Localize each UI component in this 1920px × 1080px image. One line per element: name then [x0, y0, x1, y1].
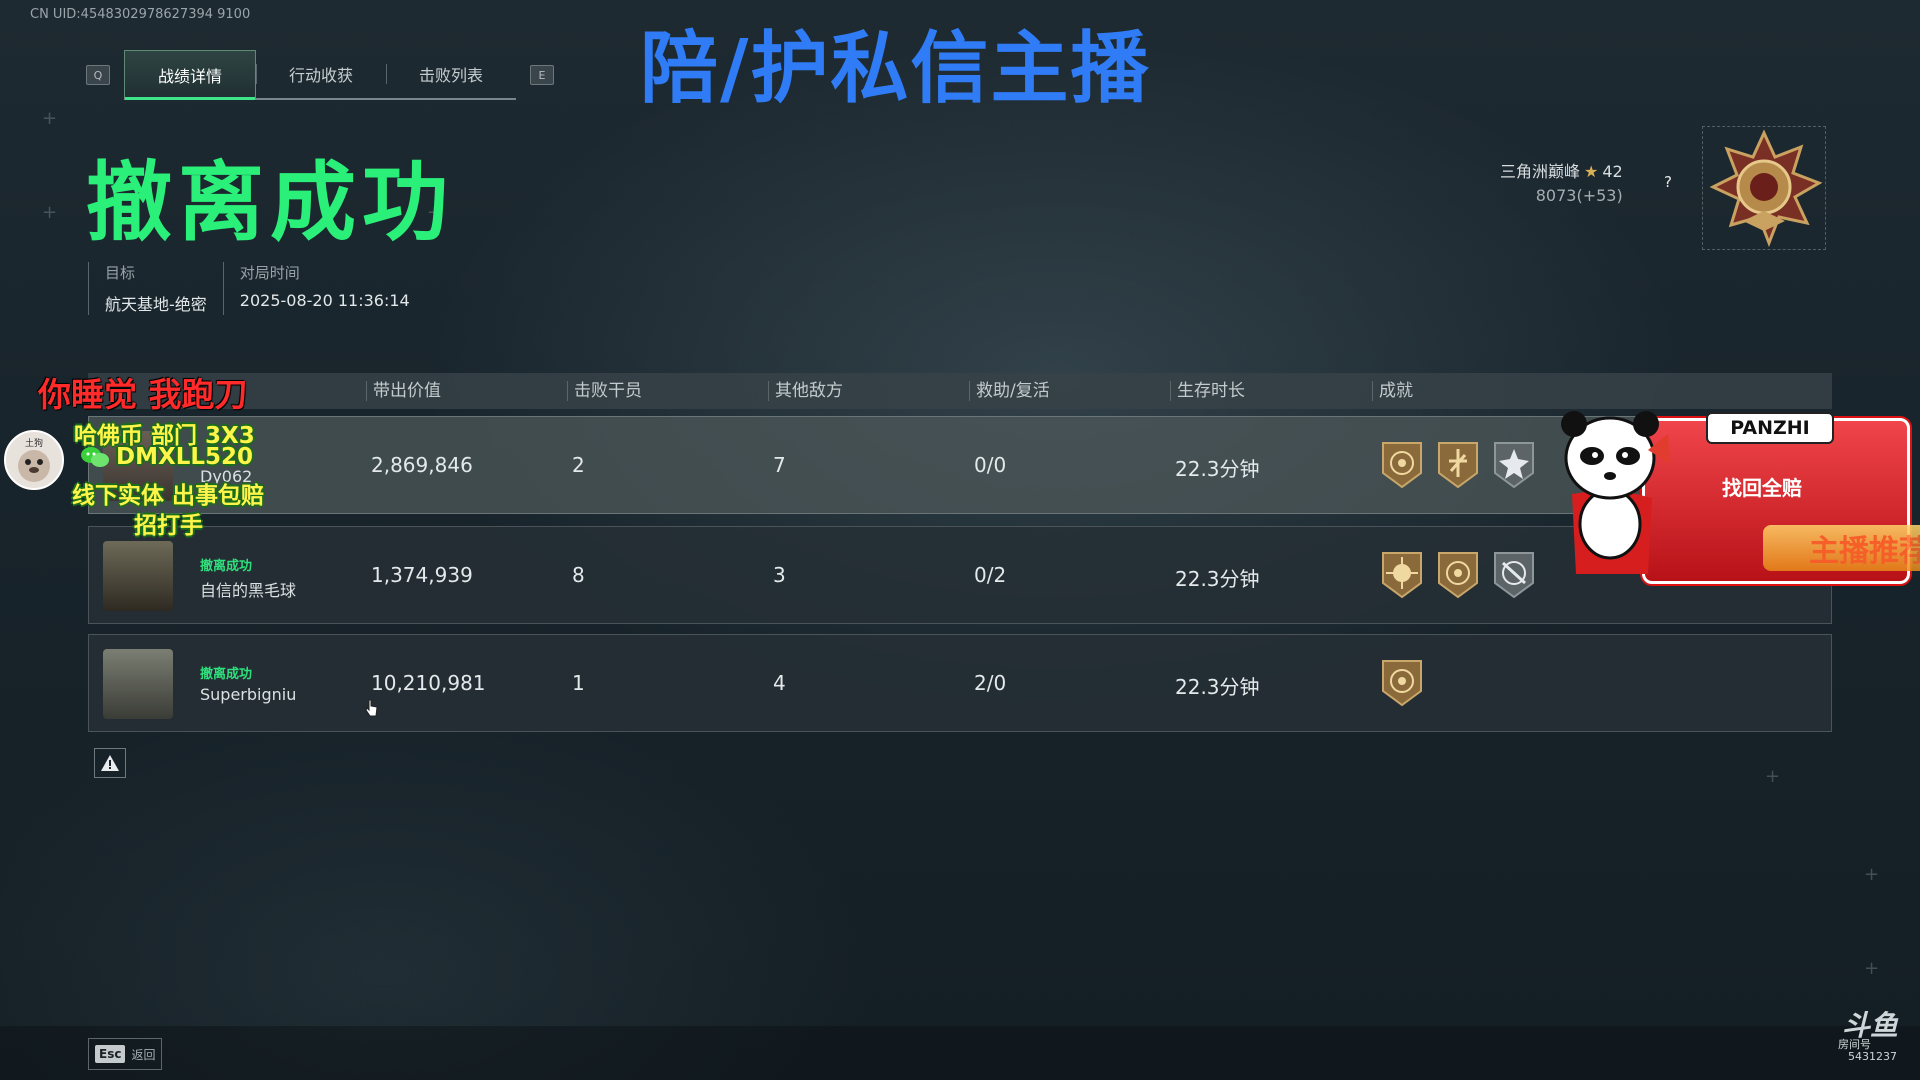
cell-survival: 22.3分钟 — [1175, 675, 1260, 699]
cell-kills: 1 — [572, 671, 585, 695]
col-survival: 生存时长 — [1170, 381, 1245, 401]
cell-survival: 22.3分钟 — [1175, 567, 1260, 591]
cell-assist: 0/2 — [974, 563, 1007, 587]
player-avatar — [103, 541, 173, 611]
tab-loot[interactable]: 行动收获 — [256, 50, 386, 98]
star-icon: ★ — [1584, 162, 1599, 181]
achievement-medals — [1379, 439, 1537, 491]
rank-emblem-icon — [1702, 126, 1826, 250]
medal-icon[interactable] — [1435, 439, 1481, 491]
cell-assist: 0/0 — [974, 453, 1007, 477]
cell-other: 3 — [773, 563, 786, 587]
user-uid: CN UID:4548302978627394 9100 — [30, 7, 251, 22]
time-value: 2025-08-20 11:36:14 — [239, 291, 410, 310]
cell-survival: 22.3分钟 — [1175, 457, 1260, 481]
streamer-avatar: 土狗 — [4, 430, 64, 490]
table-row[interactable]: 撤离成功 Superbigniu 10,210,981 1 4 2/0 22.3… — [88, 634, 1832, 732]
douyu-room-number: 5431237 — [1848, 1050, 1897, 1063]
stream-overlay-title: 陪/护私信主播 — [640, 24, 1151, 114]
medal-icon[interactable] — [1379, 439, 1425, 491]
tab-prev-key[interactable]: Q — [86, 65, 110, 85]
back-button[interactable]: Esc 返回 — [88, 1038, 163, 1070]
cell-value: 2,869,846 — [371, 453, 473, 477]
panzhi-slogan: 找回全赔 — [1722, 476, 1802, 500]
col-value: 带出价值 — [366, 381, 441, 401]
footer-bar — [0, 1026, 1920, 1080]
mouse-cursor-icon — [365, 699, 378, 717]
match-info: 目标 航天基地-绝密 对局时间 2025-08-20 11:36:14 — [88, 262, 426, 315]
medal-icon[interactable] — [1435, 549, 1481, 601]
target-value: 航天基地-绝密 — [105, 295, 207, 314]
time-info: 对局时间 2025-08-20 11:36:14 — [222, 262, 426, 315]
col-achievements: 成就 — [1372, 381, 1413, 401]
overlay-red-text: 你睡觉 我跑刀 — [38, 375, 248, 414]
panda-mascot-icon — [1561, 411, 1670, 574]
overlay-line-4: 招打手 — [134, 513, 203, 539]
wechat-icon — [81, 447, 109, 467]
achievement-medals — [1379, 657, 1425, 709]
player-status: 撤离成功 — [200, 667, 253, 682]
player-status: 撤离成功 — [200, 559, 253, 574]
esc-key: Esc — [95, 1045, 126, 1063]
panzhi-recommend: 主播推荐 — [1763, 525, 1920, 571]
medal-icon[interactable] — [1379, 657, 1425, 709]
player-name: Superbigniu — [200, 685, 297, 704]
col-assist: 救助/复活 — [969, 381, 1050, 401]
grid-cross: + — [1864, 958, 1880, 979]
cell-kills: 2 — [572, 453, 585, 477]
cell-value: 10,210,981 — [371, 671, 486, 695]
medal-icon[interactable] — [1379, 549, 1425, 601]
panzhi-ad-widget[interactable]: 主播推荐 PANZHI 找回全赔 — [1552, 404, 1920, 584]
grid-cross: + — [42, 202, 58, 223]
rank-name: 三角洲巅峰 — [1500, 162, 1581, 181]
cell-other: 7 — [773, 453, 786, 477]
avatar-label: 土狗 — [24, 439, 43, 449]
cell-value: 1,374,939 — [371, 563, 473, 587]
grid-cross: + — [1765, 766, 1781, 787]
tab-next-key[interactable]: E — [530, 65, 554, 85]
medal-icon[interactable] — [1491, 439, 1537, 491]
grid-cross: + — [1864, 864, 1880, 885]
panzhi-label: PANZHI — [1706, 412, 1834, 444]
time-label: 对局时间 — [239, 264, 300, 282]
grid-cross: + — [42, 108, 58, 129]
target-label: 目标 — [105, 264, 136, 282]
col-kills: 击败干员 — [567, 381, 642, 401]
rank-info: 三角洲巅峰 ★ 42 8073(+53) — [1500, 158, 1623, 205]
player-avatar — [103, 649, 173, 719]
cell-kills: 8 — [572, 563, 585, 587]
rank-stars: 42 — [1602, 162, 1623, 181]
tab-bar: Q 战绩详情 行动收获 击败列表 E — [86, 50, 554, 100]
cell-other: 4 — [773, 671, 786, 695]
overlay-line-3: 线下实体 出事包赔 — [72, 483, 265, 509]
help-icon[interactable]: ? — [1658, 172, 1678, 192]
result-title: 撤离成功 — [86, 153, 454, 253]
report-warning-icon[interactable] — [94, 748, 126, 778]
col-other: 其他敌方 — [768, 381, 843, 401]
back-label: 返回 — [131, 1047, 156, 1062]
tab-battle-details[interactable]: 战绩详情 — [124, 50, 256, 100]
rank-points: 8073(+53) — [1535, 186, 1623, 205]
tab-kill-list[interactable]: 击败列表 — [386, 50, 516, 98]
target-info: 目标 航天基地-绝密 — [88, 262, 223, 315]
cell-assist: 2/0 — [974, 671, 1007, 695]
overlay-line-2: DMXLL520 — [116, 444, 254, 470]
achievement-medals — [1379, 549, 1537, 601]
overlay-wechat: DMXLL520 — [80, 444, 253, 470]
player-name: 自信的黑毛球 — [200, 581, 297, 600]
medal-icon[interactable] — [1491, 549, 1537, 601]
